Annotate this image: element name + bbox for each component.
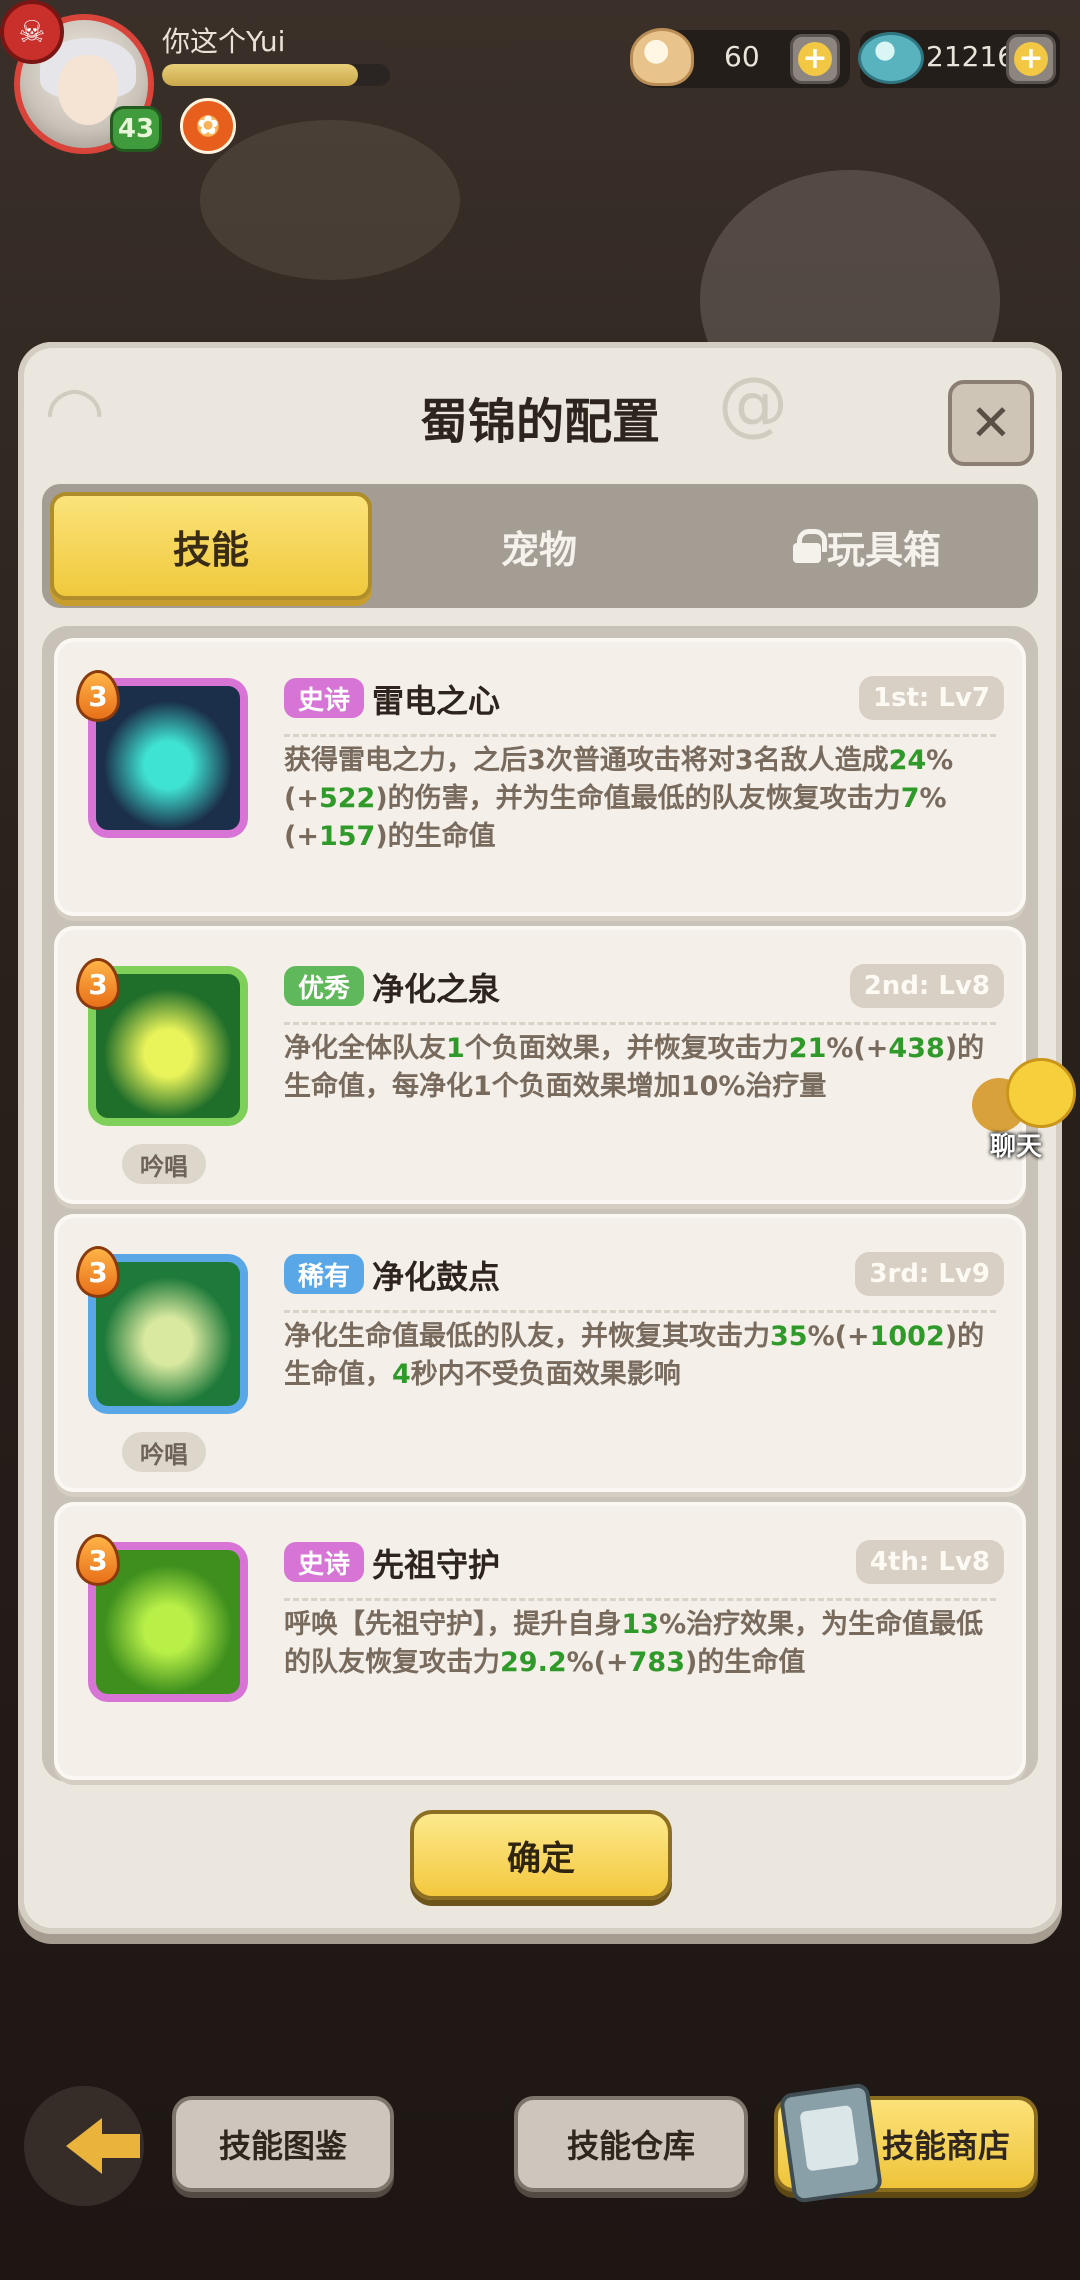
skill-card[interactable]: 3 吟唱 优秀 净化之泉 2nd: Lv8 净化全体队友1个负面效果，并恢复攻击力21%(… [54, 926, 1026, 1204]
skill-slot-level: 3rd: Lv9 [855, 1252, 1004, 1296]
skill-slot-level: 1st: Lv7 [858, 676, 1004, 720]
divider [284, 734, 996, 737]
divider [284, 1598, 996, 1601]
gem-count: 21216 [926, 40, 1016, 73]
skill-text: 呼唤【先祖守护】，提升自身 [284, 1609, 622, 1640]
skill-value: 35 [770, 1321, 808, 1352]
divider [284, 1310, 996, 1313]
skill-value: 783 [628, 1647, 686, 1678]
skill-text: %(+ [807, 1321, 870, 1352]
skill-text: %(+ [826, 1033, 889, 1064]
skill-value: 1002 [869, 1321, 945, 1352]
player-name: 你这个Yui [162, 25, 286, 58]
skill-text: 秒内不受负面效果影响 [410, 1359, 681, 1390]
tab-bar: 技能 宠物 玩具箱 [42, 484, 1038, 608]
tab-toybox[interactable]: 玩具箱 [706, 492, 1028, 600]
skill-value: 21 [788, 1033, 827, 1064]
skill-description: 净化生命值最低的队友，并恢复其攻击力35%(+1002)的生命值，4秒内不受负面… [284, 1318, 1006, 1394]
skill-value: 13 [621, 1609, 660, 1640]
skill-value: 522 [318, 783, 376, 814]
rarity-badge: 史诗 [284, 1542, 365, 1582]
skill-name: 净化之泉 [372, 970, 501, 1008]
skill-list: 3 史诗 雷电之心 1st: Lv7 获得雷电之力，之后3次普通攻击将对3名敌人造成24… [42, 626, 1038, 1782]
skill-text: 净化全体队友 [284, 1033, 446, 1064]
guild-emblem-icon[interactable]: ✿ [180, 98, 236, 154]
skill-value: 438 [888, 1033, 945, 1064]
skill-name: 先祖守护 [372, 1546, 501, 1584]
top-hud: ☠ 43 你这个Yui ✿ 60 + 21216 + [0, 0, 1080, 170]
rarity-badge: 史诗 [284, 678, 365, 718]
skull-icon: ☠ [0, 0, 64, 64]
skill-slot-level: 4th: Lv8 [855, 1540, 1004, 1584]
skill-text: )的伤害，并为生命值最低的队友恢复攻击力 [375, 783, 901, 814]
skill-text: 净化生命值最低的队友，并恢复其攻击力 [284, 1321, 770, 1352]
tab-skills[interactable]: 技能 [50, 492, 372, 600]
close-icon: ✕ [970, 394, 1012, 452]
skill-text: )的生命值 [375, 821, 496, 852]
divider [284, 1022, 996, 1025]
rarity-badge: 优秀 [284, 966, 365, 1006]
skill-description: 净化全体队友1个负面效果，并恢复攻击力21%(+438)的生命值，每净化1个负面… [284, 1030, 1006, 1106]
skill-text: 获得雷电之力，之后3次普通攻击将对3名敌人造成 [284, 745, 889, 776]
tab-label: 技能 [172, 527, 249, 572]
chat-bubble-icon [1006, 1058, 1076, 1128]
skill-name: 净化鼓点 [372, 1258, 501, 1296]
chat-button[interactable]: 聊天 [970, 1058, 1080, 1168]
skill-value: 1 [446, 1033, 465, 1064]
skill-text: %(+ [566, 1647, 629, 1678]
skill-shop-label: 技能商店 [881, 2127, 1010, 2165]
back-button[interactable] [24, 2086, 144, 2206]
skill-shop-icon [778, 2082, 884, 2204]
gem-icon [858, 32, 924, 84]
skill-card[interactable]: 3 史诗 雷电之心 1st: Lv7 获得雷电之力，之后3次普通攻击将对3名敌人造成24… [54, 638, 1026, 916]
avatar-face [58, 55, 118, 125]
close-button[interactable]: ✕ [948, 380, 1034, 466]
shell-count: 60 [724, 40, 760, 73]
loadout-dialog: ◠ @ 蜀锦的配置 ✕ 技能 宠物 玩具箱 3 史诗 雷电之心 1st: Lv7 获得雷… [18, 342, 1062, 1934]
skill-storage-button[interactable]: 技能仓库 [514, 2096, 748, 2192]
player-level-badge: 43 [110, 106, 162, 152]
skill-card[interactable]: 3 史诗 先祖守护 4th: Lv8 呼唤【先祖守护】，提升自身13%治疗效果，为生命值… [54, 1502, 1026, 1780]
rarity-badge: 稀有 [284, 1254, 365, 1294]
skill-value: 4 [392, 1359, 411, 1390]
chant-tag: 吟唱 [122, 1144, 206, 1184]
skill-description: 呼唤【先祖守护】，提升自身13%治疗效果，为生命值最低的队友恢复攻击力29.2%… [284, 1606, 1006, 1682]
skill-value: 7 [900, 783, 920, 814]
tab-label: 宠物 [500, 527, 577, 572]
skill-codex-button[interactable]: 技能图鉴 [172, 2096, 394, 2192]
shell-icon [630, 28, 694, 86]
xp-bar [162, 64, 390, 86]
gem-currency: 21216 + [858, 30, 1060, 88]
skill-slot-level: 2nd: Lv8 [849, 964, 1004, 1008]
skill-value: 24 [888, 745, 927, 776]
lock-icon [792, 529, 827, 563]
skill-shop-button[interactable]: 技能商店 [774, 2082, 1038, 2204]
dialog-title: 蜀锦的配置 [419, 394, 660, 450]
skill-text: )的生命值 [685, 1647, 806, 1678]
confirm-button[interactable]: 确定 [410, 1810, 672, 1900]
tab-pets[interactable]: 宠物 [378, 492, 700, 600]
skill-description: 获得雷电之力，之后3次普通攻击将对3名敌人造成24%(+522)的伤害，并为生命… [284, 742, 1006, 856]
add-shells-button[interactable]: + [790, 34, 840, 84]
xp-bar-fill [162, 64, 359, 86]
skill-value: 29.2 [500, 1647, 567, 1678]
tab-label: 玩具箱 [826, 527, 941, 572]
shell-currency: 60 + [630, 28, 850, 88]
back-arrow-icon [66, 2118, 140, 2174]
skill-value: 157 [318, 821, 376, 852]
skill-text: 个负面效果，并恢复攻击力 [464, 1033, 789, 1064]
skill-card[interactable]: 3 吟唱 稀有 净化鼓点 3rd: Lv9 净化生命值最低的队友，并恢复其攻击力35%(+… [54, 1214, 1026, 1492]
chat-label: 聊天 [990, 1132, 1043, 1162]
add-gems-button[interactable]: + [1006, 34, 1056, 84]
chant-tag: 吟唱 [122, 1432, 206, 1472]
skill-name: 雷电之心 [372, 682, 501, 720]
